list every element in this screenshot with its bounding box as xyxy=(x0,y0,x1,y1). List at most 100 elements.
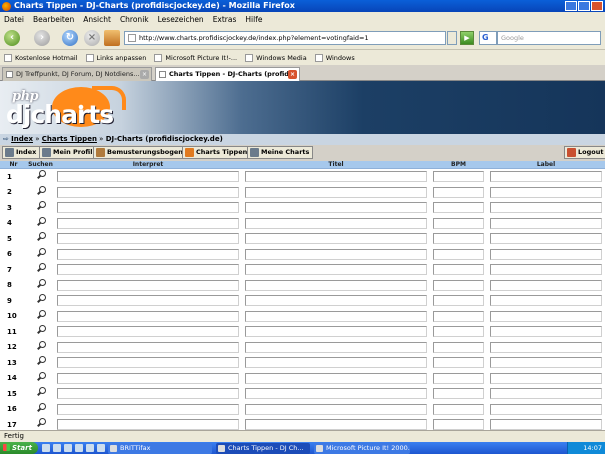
quick-launch-icon[interactable] xyxy=(53,444,61,452)
mein-profil-button[interactable]: Mein Profil xyxy=(39,146,97,159)
search-icon[interactable] xyxy=(36,278,46,290)
label-input[interactable] xyxy=(490,357,602,369)
index-button[interactable]: Index xyxy=(2,146,41,159)
menu-hilfe[interactable]: Hilfe xyxy=(245,15,262,24)
bpm-input[interactable] xyxy=(433,264,484,276)
label-input[interactable] xyxy=(490,372,602,384)
label-input[interactable] xyxy=(490,419,602,430)
bemusterungsbogen-button[interactable]: Bemusterungsbogen xyxy=(93,146,187,159)
interpret-input[interactable] xyxy=(57,171,239,183)
titel-input[interactable] xyxy=(245,264,427,276)
tab-dj-treffpunkt[interactable]: DJ Treffpunkt, DJ Forum, DJ Notdiens... … xyxy=(2,67,152,81)
label-input[interactable] xyxy=(490,403,602,415)
bpm-input[interactable] xyxy=(433,326,484,338)
interpret-input[interactable] xyxy=(57,264,239,276)
breadcrumb-charts-tippen-link[interactable]: Charts Tippen xyxy=(42,135,97,143)
taskbar-item-brittifax[interactable]: BRITTifax xyxy=(108,443,212,454)
interpret-input[interactable] xyxy=(57,217,239,229)
bookmark-picture-it[interactable]: Microsoft Picture It!-... xyxy=(154,53,237,62)
interpret-input[interactable] xyxy=(57,202,239,214)
label-input[interactable] xyxy=(490,341,602,353)
interpret-input[interactable] xyxy=(57,310,239,322)
taskbar-item-picture-it[interactable]: Microsoft Picture It! 2000... xyxy=(314,443,410,454)
titel-input[interactable] xyxy=(245,233,427,245)
bookmark-windows[interactable]: Windows xyxy=(314,53,355,62)
label-input[interactable] xyxy=(490,326,602,338)
logout-button[interactable]: Logout xyxy=(564,146,605,159)
search-input[interactable]: Google xyxy=(497,31,601,45)
titel-input[interactable] xyxy=(245,341,427,353)
menu-extras[interactable]: Extras xyxy=(213,15,237,24)
label-input[interactable] xyxy=(490,171,602,183)
tab-charts-tippen[interactable]: Charts Tippen - DJ-Charts (profid... × xyxy=(155,67,300,81)
titel-input[interactable] xyxy=(245,357,427,369)
titel-input[interactable] xyxy=(245,388,427,400)
interpret-input[interactable] xyxy=(57,341,239,353)
interpret-input[interactable] xyxy=(57,372,239,384)
search-icon[interactable] xyxy=(36,418,46,429)
bpm-input[interactable] xyxy=(433,171,484,183)
search-icon[interactable] xyxy=(36,371,46,383)
search-icon[interactable] xyxy=(36,402,46,414)
bpm-input[interactable] xyxy=(433,202,484,214)
bpm-input[interactable] xyxy=(433,341,484,353)
search-icon[interactable] xyxy=(36,309,46,321)
titel-input[interactable] xyxy=(245,202,427,214)
search-icon[interactable] xyxy=(36,294,46,305)
label-input[interactable] xyxy=(490,248,602,260)
quick-launch-icon[interactable] xyxy=(97,444,105,452)
search-icon[interactable] xyxy=(36,325,46,336)
bpm-input[interactable] xyxy=(433,419,484,430)
search-icon[interactable] xyxy=(36,185,46,197)
interpret-input[interactable] xyxy=(57,279,239,291)
start-button[interactable]: Start xyxy=(0,442,38,454)
interpret-input[interactable] xyxy=(57,295,239,307)
bpm-input[interactable] xyxy=(433,233,484,245)
bpm-input[interactable] xyxy=(433,295,484,307)
close-window-button[interactable] xyxy=(591,1,603,11)
interpret-input[interactable] xyxy=(57,403,239,415)
titel-input[interactable] xyxy=(245,310,427,322)
label-input[interactable] xyxy=(490,217,602,229)
minimize-button[interactable] xyxy=(565,1,577,11)
bpm-input[interactable] xyxy=(433,372,484,384)
taskbar-item-charts-tippen[interactable]: Charts Tippen - DJ Ch... xyxy=(216,443,310,454)
search-icon[interactable] xyxy=(36,170,46,181)
search-icon[interactable] xyxy=(36,356,46,367)
search-icon[interactable] xyxy=(36,201,46,212)
label-input[interactable] xyxy=(490,279,602,291)
bpm-input[interactable] xyxy=(433,186,484,198)
label-input[interactable] xyxy=(490,202,602,214)
search-engine-selector[interactable]: G xyxy=(479,31,497,45)
titel-input[interactable] xyxy=(245,372,427,384)
meine-charts-button[interactable]: Meine Charts xyxy=(247,146,314,159)
menu-chronik[interactable]: Chronik xyxy=(120,15,149,24)
search-icon[interactable] xyxy=(36,263,46,274)
titel-input[interactable] xyxy=(245,295,427,307)
search-icon[interactable] xyxy=(36,232,46,243)
menu-lesezeichen[interactable]: Lesezeichen xyxy=(158,15,204,24)
search-icon[interactable] xyxy=(36,387,46,398)
url-bar[interactable]: http://www.charts.profidiscjockey.de/ind… xyxy=(124,31,446,45)
interpret-input[interactable] xyxy=(57,248,239,260)
label-input[interactable] xyxy=(490,310,602,322)
quick-launch-icon[interactable] xyxy=(86,444,94,452)
titel-input[interactable] xyxy=(245,403,427,415)
home-button[interactable] xyxy=(104,30,120,46)
titel-input[interactable] xyxy=(245,217,427,229)
interpret-input[interactable] xyxy=(57,419,239,430)
titel-input[interactable] xyxy=(245,419,427,430)
bpm-input[interactable] xyxy=(433,248,484,260)
search-icon[interactable] xyxy=(36,340,46,352)
charts-tippen-button[interactable]: Charts Tippen xyxy=(182,146,252,159)
label-input[interactable] xyxy=(490,295,602,307)
go-button[interactable]: ▶ xyxy=(460,31,474,45)
menu-ansicht[interactable]: Ansicht xyxy=(83,15,111,24)
bpm-input[interactable] xyxy=(433,403,484,415)
label-input[interactable] xyxy=(490,388,602,400)
label-input[interactable] xyxy=(490,264,602,276)
bookmark-hotmail[interactable]: Kostenlose Hotmail xyxy=(4,53,78,62)
bpm-input[interactable] xyxy=(433,279,484,291)
titel-input[interactable] xyxy=(245,326,427,338)
interpret-input[interactable] xyxy=(57,233,239,245)
